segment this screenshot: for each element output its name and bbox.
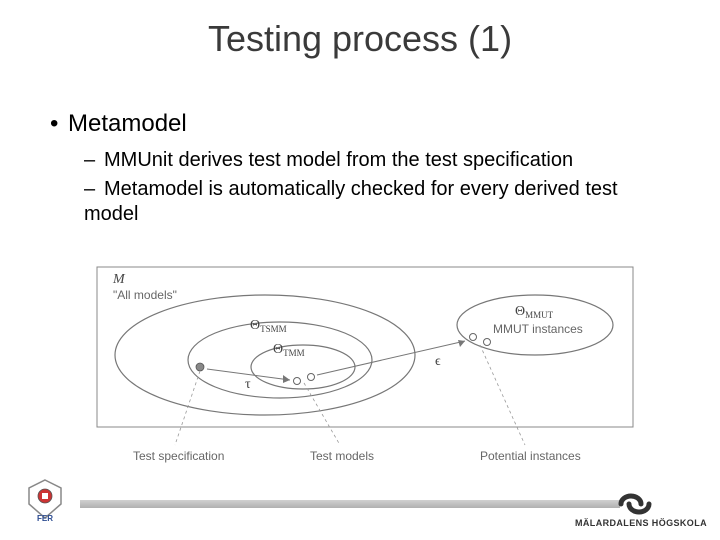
label-M: M: [112, 272, 126, 287]
caption-test-spec: Test specification: [133, 449, 224, 463]
theta-tsmm-sub: TSMM: [260, 324, 287, 334]
sub-text-2: Metamodel is automatically checked for e…: [84, 178, 618, 225]
logo-malardalen-text: MÄLARDALENS HÖGSKOLA: [575, 518, 695, 528]
logo-fer-text: FER: [37, 514, 53, 522]
sub-text-1: MMUnit derives test model from the test …: [104, 149, 573, 171]
svg-text:ΘMMUT: ΘMMUT: [515, 304, 554, 320]
slide-title: Testing process (1): [0, 18, 720, 60]
theta-tmm-sym: Θ: [273, 342, 283, 357]
theta-mmut-sym: Θ: [515, 304, 525, 319]
label-mmut-instances: MMUT instances: [493, 322, 583, 336]
slide-body: •Metamodel –MMUnit derives test model fr…: [50, 110, 670, 231]
theta-tmm-sub: TMM: [283, 348, 305, 358]
label-tau: τ: [245, 377, 251, 392]
caption-test-models: Test models: [310, 449, 374, 463]
label-epsilon: ϵ: [435, 354, 441, 369]
bullet-text: Metamodel: [68, 110, 187, 137]
theta-mmut-sub: MMUT: [525, 310, 554, 320]
theta-tsmm-sym: Θ: [250, 318, 260, 333]
svg-text:ΘTMM: ΘTMM: [273, 342, 305, 358]
footer-divider: [80, 500, 620, 508]
logo-fer: FER: [25, 478, 65, 522]
metamodel-diagram: M "All models" ΘTSMM ΘTMM ΘMMUT MMUT ins…: [95, 265, 635, 465]
svg-text:ΘTSMM: ΘTSMM: [250, 318, 287, 334]
bullet-metamodel: •Metamodel: [50, 110, 670, 138]
sub-bullet-2: –Metamodel is automatically checked for …: [84, 177, 670, 227]
label-all-models: "All models": [113, 288, 177, 302]
caption-potential-instances: Potential instances: [480, 449, 581, 463]
logo-malardalen: MÄLARDALENS HÖGSKOLA: [575, 492, 695, 528]
sub-bullet-1: –MMUnit derives test model from the test…: [84, 148, 670, 173]
